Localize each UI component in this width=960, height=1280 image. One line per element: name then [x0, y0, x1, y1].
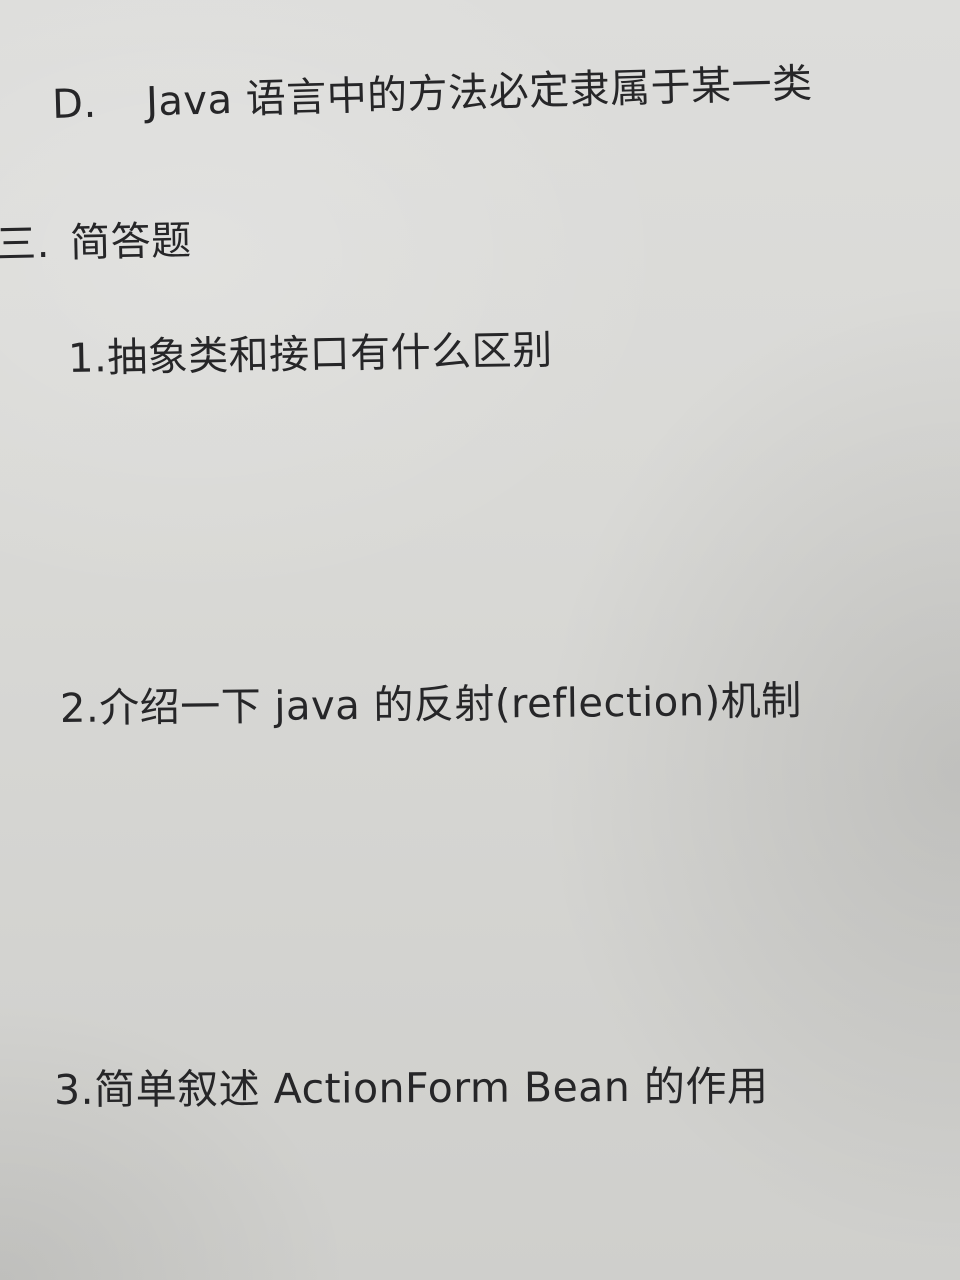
section-heading: 三. 简答题 — [0, 208, 192, 270]
section-title: 简答题 — [69, 217, 193, 267]
question-2: 2.介绍一下 java 的反射(reflection)机制 — [59, 678, 802, 732]
question-1: 1.抽象类和接口有什么区别 — [67, 327, 554, 382]
exam-page: D. Java 语言中的方法必定隶属于某一类 三. 简答题 1.抽象类和接口有什么区… — [0, 0, 960, 1280]
question-3: 3.简单叙述 ActionForm Bean 的作用 — [53, 1062, 769, 1114]
section-number: 三. — [0, 220, 51, 268]
option-marker: D. — [51, 80, 98, 128]
option-text: Java 语言中的方法必定隶属于某一类 — [145, 60, 814, 126]
choice-option-d: D. Java 语言中的方法必定隶属于某一类 — [51, 51, 813, 130]
